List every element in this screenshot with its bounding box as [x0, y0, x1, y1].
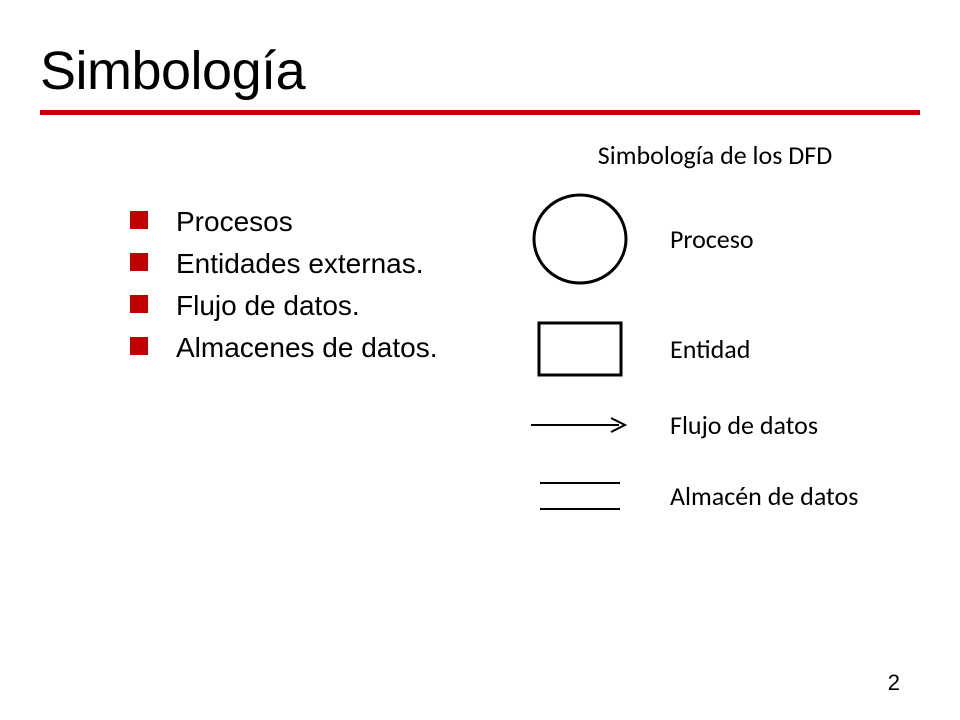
bullet-list: Procesos Entidades externas. Flujo de da…: [40, 139, 500, 369]
bullet-item: Flujo de datos.: [130, 285, 500, 327]
dfd-label-flow: Flujo de datos: [650, 409, 818, 441]
flow-symbol-icon: [510, 413, 650, 437]
dfd-legend: Simbología de los DFD Proceso Entidad: [500, 139, 920, 551]
dfd-row-entity: Entidad: [510, 319, 920, 379]
title-rule: [40, 110, 920, 115]
dfd-label-process: Proceso: [650, 223, 754, 255]
bullet-item: Procesos: [130, 201, 500, 243]
dfd-label-entity: Entidad: [650, 333, 750, 365]
entity-symbol-icon: [510, 319, 650, 379]
slide: Simbología Procesos Entidades externas. …: [0, 0, 960, 720]
process-symbol-icon: [510, 189, 650, 289]
bullet-item: Entidades externas.: [130, 243, 500, 285]
dfd-row-datastore: Almacén de datos: [510, 471, 920, 521]
datastore-symbol-icon: [510, 471, 650, 521]
dfd-row-process: Proceso: [510, 189, 920, 289]
body-area: Procesos Entidades externas. Flujo de da…: [40, 139, 920, 551]
page-number: 2: [888, 670, 900, 696]
bullet-item: Almacenes de datos.: [130, 327, 500, 369]
slide-title: Simbología: [40, 40, 920, 102]
dfd-label-datastore: Almacén de datos: [650, 480, 858, 512]
dfd-row-flow: Flujo de datos: [510, 409, 920, 441]
dfd-legend-title: Simbología de los DFD: [510, 139, 920, 171]
